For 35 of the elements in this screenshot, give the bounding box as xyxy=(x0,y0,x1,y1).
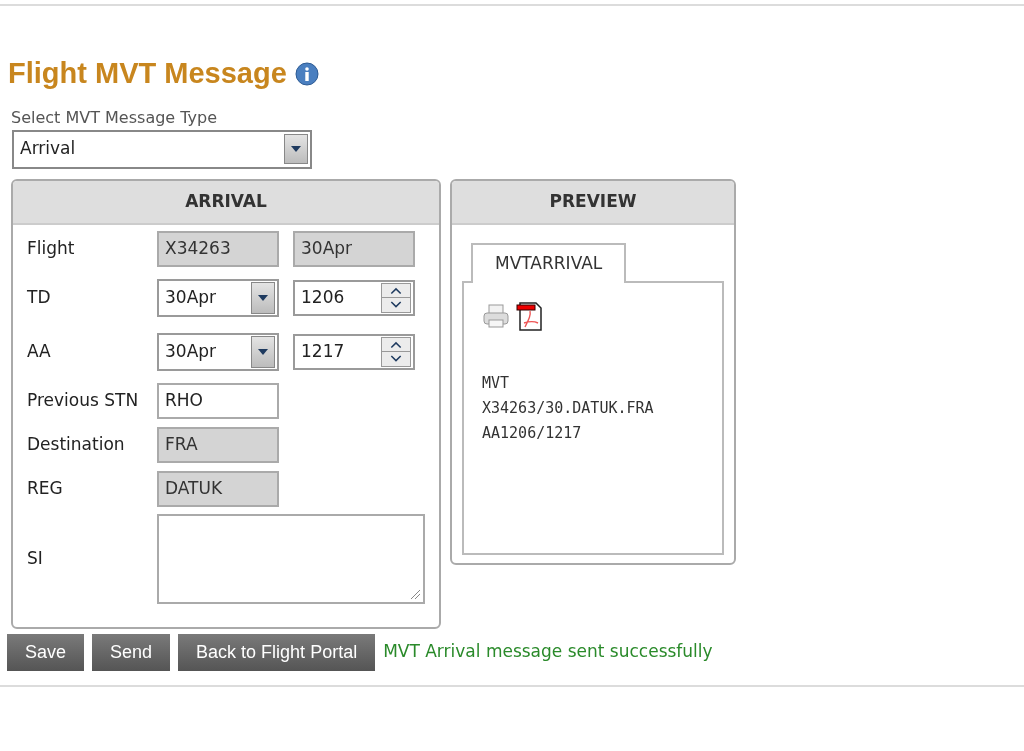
readonly-field: DATUK xyxy=(157,470,279,507)
resize-grip-icon[interactable] xyxy=(409,587,421,600)
time-spinner-field[interactable]: 1217 xyxy=(293,333,415,370)
message-line: X34263/30.DATUK.FRA xyxy=(482,397,655,419)
readonly-field: X34263 xyxy=(157,230,279,267)
field-label: Select MVT Message Type xyxy=(11,106,218,129)
message-line: AA1206/1217 xyxy=(482,422,583,444)
action-button[interactable]: Save xyxy=(7,633,85,671)
message-line: MVT xyxy=(482,372,511,394)
message-type-dropdown[interactable]: Arrival xyxy=(12,129,312,169)
date-dropdown[interactable]: 30Apr xyxy=(157,332,279,371)
info-icon[interactable] xyxy=(294,61,319,86)
page-title: Flight MVT Message xyxy=(8,56,287,91)
status-message: MVT Arrival message sent successfully xyxy=(383,640,713,664)
field-label: Destination xyxy=(27,432,126,456)
panel-header: PREVIEW xyxy=(452,180,734,225)
readonly-field: 30Apr xyxy=(293,230,415,267)
time-spinner-field[interactable]: 1206 xyxy=(293,279,415,316)
field-label: TD xyxy=(27,285,52,309)
pdf-icon[interactable] xyxy=(516,300,544,331)
field-label: AA xyxy=(27,339,52,363)
caret-icon xyxy=(291,146,301,152)
caret-icon xyxy=(258,348,268,355)
field-label: REG xyxy=(27,476,64,500)
text-field[interactable]: RHO xyxy=(157,382,279,419)
readonly-field: FRA xyxy=(157,426,279,463)
panel-header: ARRIVAL xyxy=(13,180,439,225)
caret-icon xyxy=(258,294,268,301)
field-label: Flight xyxy=(27,236,76,260)
preview-tab[interactable]: MVTARRIVAL xyxy=(471,242,627,283)
date-dropdown[interactable]: 30Apr xyxy=(157,278,279,317)
field-label: SI xyxy=(27,546,44,570)
action-button[interactable]: Back to Flight Portal xyxy=(178,633,376,671)
field-label: Previous STN xyxy=(27,388,140,412)
action-button[interactable]: Send xyxy=(92,633,171,671)
